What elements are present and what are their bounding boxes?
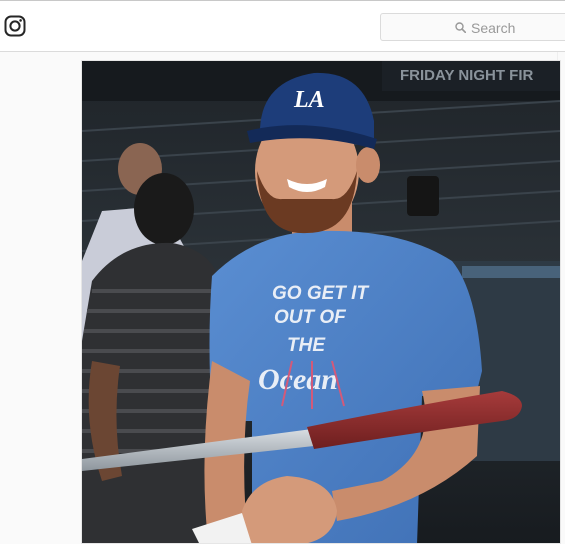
background-sign-text: FRIDAY NIGHT FIR xyxy=(400,67,534,84)
instagram-camera-icon[interactable] xyxy=(4,15,26,37)
post-card: FRIDAY NIGHT FIR LA GO GET IT OUT OF THE… xyxy=(81,60,561,544)
cap-logo-text: LA xyxy=(293,87,325,113)
shirt-text-line-1: GO GET IT xyxy=(272,283,369,304)
top-border xyxy=(0,0,565,1)
search-input[interactable]: Search xyxy=(380,13,565,41)
shirt-text-line-2: OUT OF xyxy=(274,307,347,328)
search-icon xyxy=(455,20,471,36)
search-placeholder-text: Search xyxy=(471,20,516,36)
shirt-text-line-4: Ocean xyxy=(258,363,338,396)
shirt-text-line-3: THE xyxy=(287,335,326,356)
search-placeholder-group: Search xyxy=(455,20,515,36)
post-photo[interactable]: FRIDAY NIGHT FIR LA GO GET IT OUT OF THE… xyxy=(82,61,560,544)
top-navigation-bar: Search xyxy=(0,0,565,52)
